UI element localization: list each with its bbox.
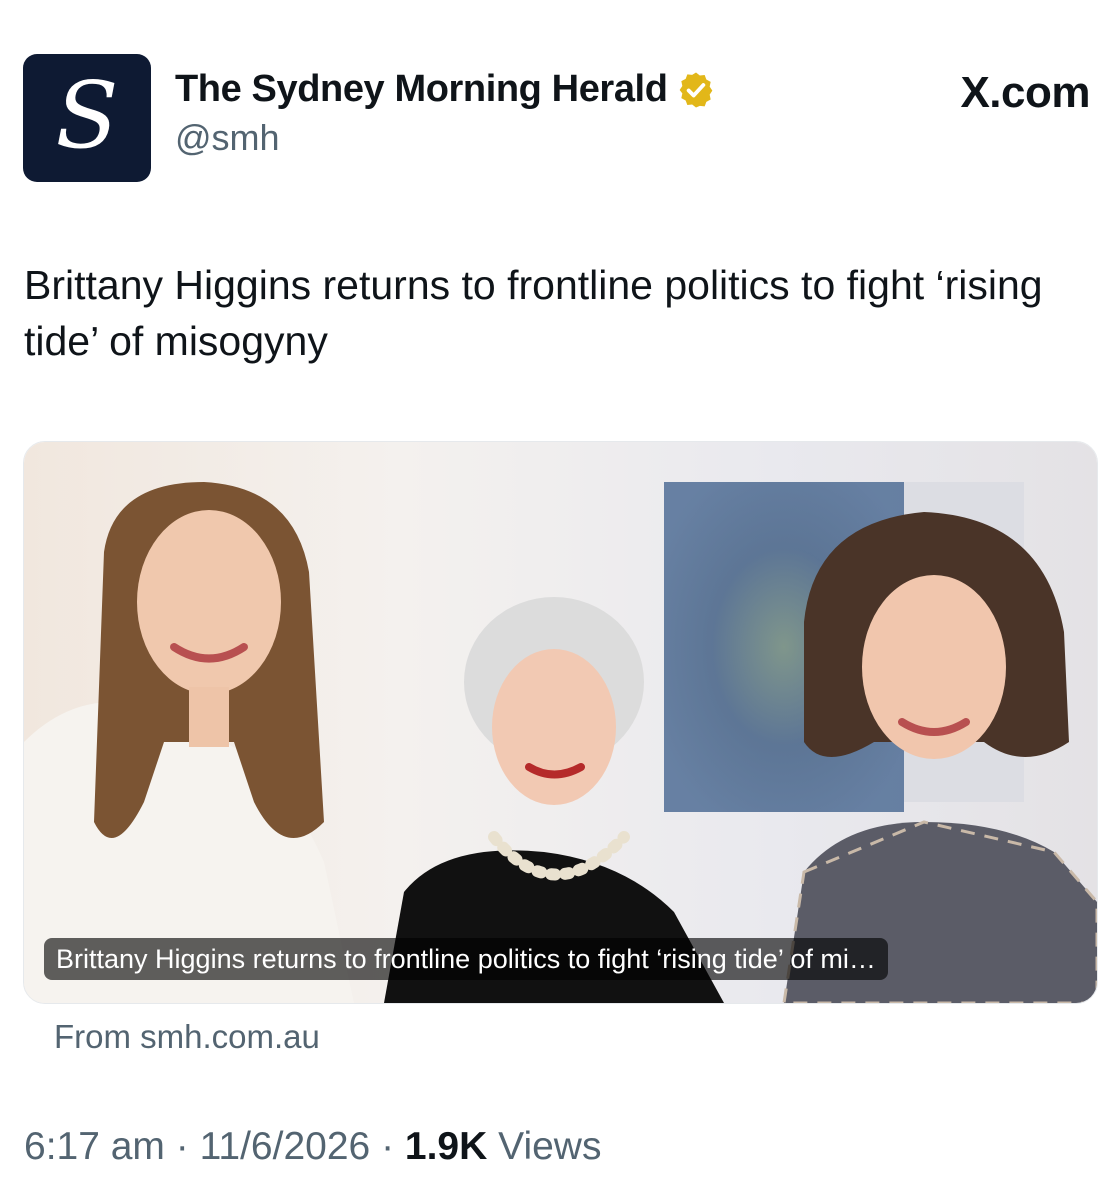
- card-source-link[interactable]: From smh.com.au: [54, 1018, 320, 1056]
- views-label: Views: [498, 1125, 602, 1168]
- meta-separator: ·: [175, 1125, 189, 1168]
- user-handle[interactable]: @smh: [175, 117, 716, 159]
- tweet-time[interactable]: 6:17 am: [24, 1125, 165, 1168]
- name-row: The Sydney Morning Herald: [175, 68, 716, 111]
- avatar-letter: S: [55, 62, 119, 169]
- views-count: 1.9K: [404, 1125, 488, 1168]
- avatar[interactable]: S: [23, 54, 151, 182]
- link-card[interactable]: Brittany Higgins returns to frontline po…: [23, 441, 1098, 1004]
- author-block: The Sydney Morning Herald @smh: [175, 68, 716, 159]
- tweet-meta: 6:17 am · 11/6/2026 · 1.9K Views: [24, 1125, 601, 1169]
- display-name[interactable]: The Sydney Morning Herald: [175, 68, 668, 111]
- platform-label: X.com: [960, 68, 1090, 117]
- tweet-header: S The Sydney Morning Herald @smh X.com: [23, 54, 1090, 182]
- meta-separator: ·: [381, 1125, 395, 1168]
- verified-badge-icon: [676, 70, 716, 110]
- card-image: [24, 442, 1097, 1003]
- tweet-date[interactable]: 11/6/2026: [200, 1125, 371, 1168]
- tweet-text: Brittany Higgins returns to frontline po…: [24, 262, 1043, 364]
- card-caption: Brittany Higgins returns to frontline po…: [44, 938, 888, 980]
